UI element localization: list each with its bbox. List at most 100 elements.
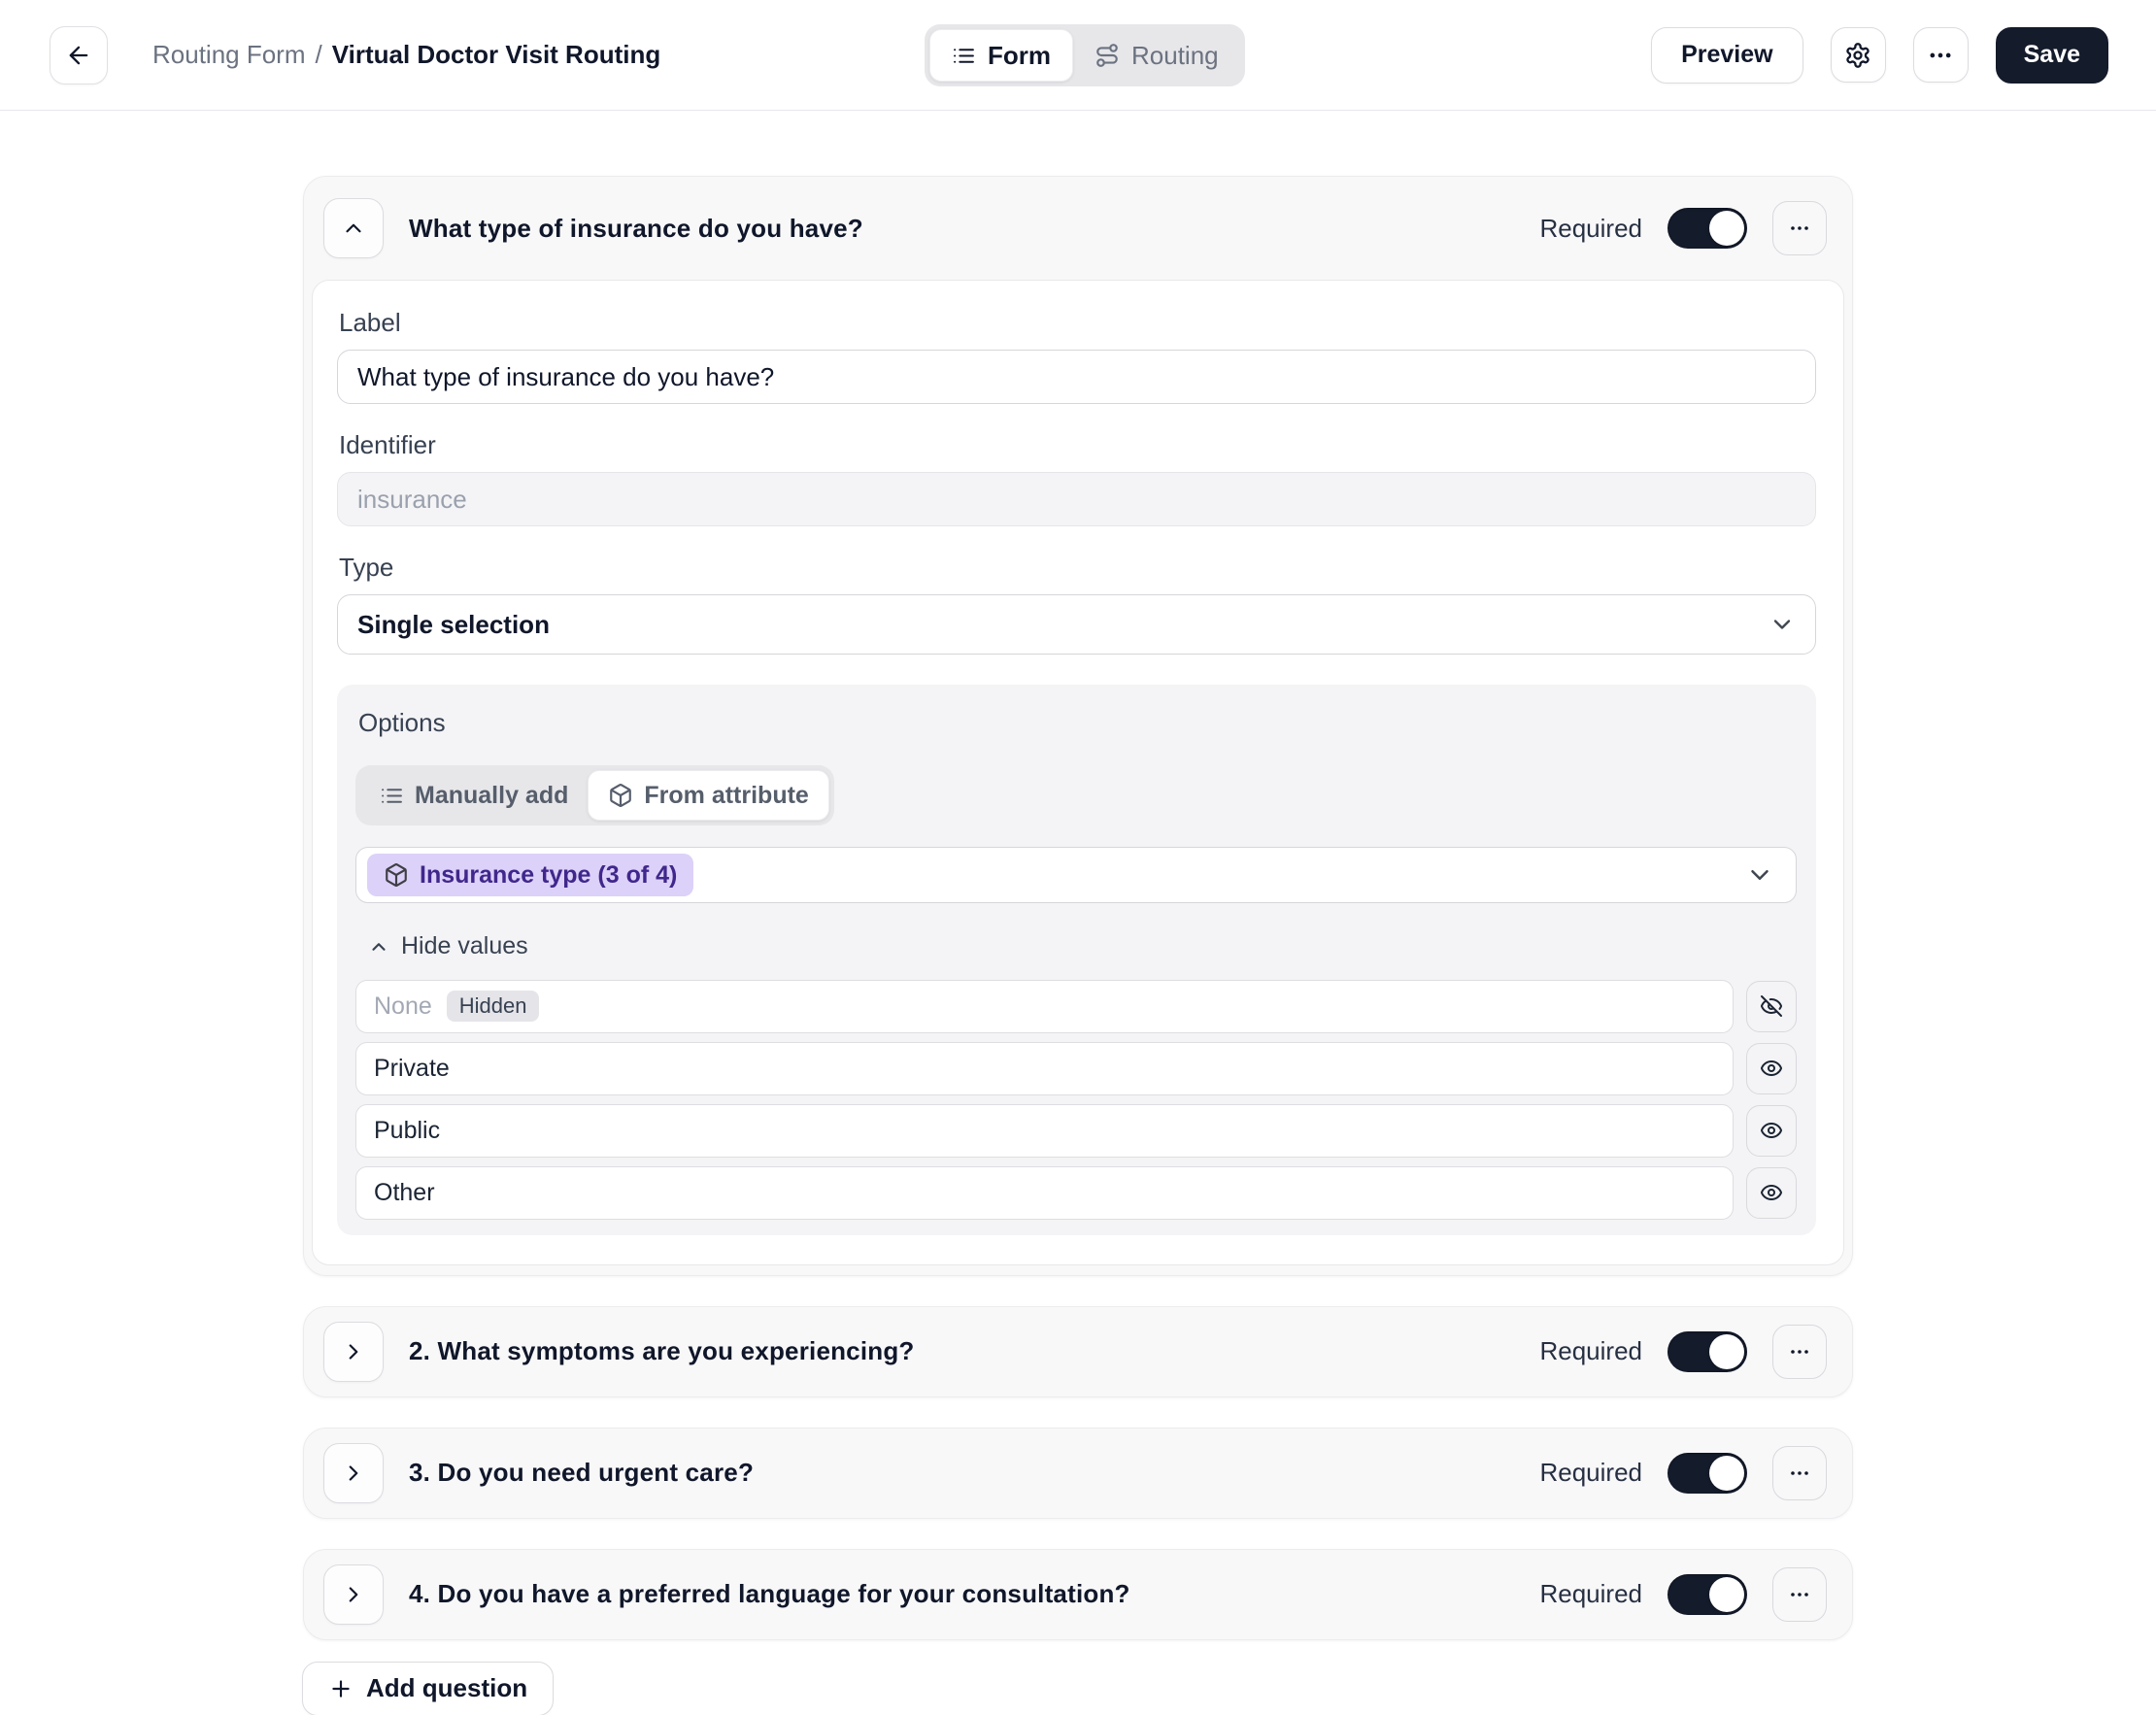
list-icon	[952, 44, 976, 68]
toggle-knob	[1709, 1576, 1744, 1612]
toggle-value-visibility-button[interactable]	[1746, 1104, 1797, 1157]
question-card-1: What type of insurance do you have? Requ…	[303, 176, 1853, 1276]
type-field-group: Type Single selection	[337, 553, 1816, 655]
question-menu-button[interactable]	[1772, 1566, 1827, 1622]
eye-icon	[1760, 1057, 1783, 1080]
value-box-other: Other	[355, 1165, 1734, 1220]
tab-form[interactable]: Form	[929, 29, 1073, 82]
value-row: Private	[355, 1041, 1797, 1095]
identifier-field-label: Identifier	[339, 430, 436, 459]
required-toggle[interactable]	[1668, 1573, 1747, 1615]
tab-form-label: Form	[988, 40, 1051, 70]
hide-values-label: Hide values	[401, 932, 528, 959]
preview-button[interactable]: Preview	[1651, 26, 1803, 84]
list-icon	[380, 784, 404, 808]
chevron-right-icon	[341, 1461, 366, 1486]
form-questions-list: What type of insurance do you have? Requ…	[302, 176, 1853, 1715]
back-button[interactable]	[50, 25, 108, 84]
expand-question-button[interactable]	[323, 1564, 384, 1625]
chevron-down-icon	[1769, 611, 1796, 638]
settings-button[interactable]	[1830, 27, 1886, 83]
required-label: Required	[1539, 1336, 1642, 1365]
attribute-values-list: None Hidden Private Public Other	[355, 979, 1797, 1220]
ellipsis-icon	[1788, 1462, 1811, 1485]
toggle-value-visibility-button[interactable]	[1746, 1166, 1797, 1219]
gear-icon	[1844, 42, 1871, 69]
from-attribute-label: From attribute	[644, 781, 809, 809]
required-label: Required	[1539, 213, 1642, 243]
question-4-header: 4. Do you have a preferred language for …	[304, 1550, 1852, 1639]
question-3-controls: Required	[1539, 1445, 1827, 1500]
value-box-private: Private	[355, 1041, 1734, 1095]
question-editor-panel: Label Identifier Type Single selection	[312, 280, 1844, 1265]
value-box-public: Public	[355, 1103, 1734, 1158]
question-2-header: 2. What symptoms are you experiencing? R…	[304, 1307, 1852, 1396]
hidden-badge: Hidden	[446, 991, 540, 1022]
value-row: None Hidden	[355, 979, 1797, 1033]
box-icon	[608, 783, 633, 808]
label-field-label: Label	[339, 308, 401, 337]
eye-icon	[1760, 1181, 1783, 1204]
question-menu-button[interactable]	[1772, 1445, 1827, 1500]
required-label: Required	[1539, 1579, 1642, 1608]
add-question-label: Add question	[366, 1673, 528, 1702]
toggle-knob	[1709, 1333, 1744, 1369]
required-toggle[interactable]	[1668, 1452, 1747, 1494]
ellipsis-icon	[1788, 217, 1811, 240]
question-menu-button[interactable]	[1772, 1324, 1827, 1379]
question-card-3: 3. Do you need urgent care? Required	[303, 1427, 1853, 1519]
breadcrumb-section[interactable]: Routing Form	[152, 40, 306, 70]
chevron-up-icon	[368, 936, 389, 958]
add-question-button[interactable]: Add question	[302, 1661, 555, 1715]
type-field-label: Type	[339, 553, 394, 582]
question-2-controls: Required	[1539, 1324, 1827, 1379]
label-field-group: Label	[337, 308, 1816, 404]
question-1-header: What type of insurance do you have? Requ…	[304, 177, 1852, 280]
attribute-pill-label: Insurance type (3 of 4)	[420, 860, 678, 889]
question-menu-button[interactable]	[1772, 201, 1827, 255]
expand-question-button[interactable]	[323, 1442, 384, 1503]
question-1-controls: Required	[1539, 201, 1827, 255]
attribute-select[interactable]: Insurance type (3 of 4)	[355, 847, 1797, 903]
app-header: Routing Form / Virtual Doctor Visit Rout…	[0, 0, 2156, 111]
question-title: What type of insurance do you have?	[409, 213, 863, 243]
label-input[interactable]	[337, 350, 1816, 404]
options-source-switcher: Manually add From attribute	[355, 765, 834, 825]
routing-form-builder: Routing Form / Virtual Doctor Visit Rout…	[0, 0, 2156, 1715]
value-row: Public	[355, 1103, 1797, 1158]
value-label: Other	[374, 1178, 435, 1206]
route-icon	[1095, 43, 1120, 68]
more-options-button[interactable]	[1912, 27, 1969, 83]
toggle-value-visibility-button[interactable]	[1746, 980, 1797, 1032]
question-3-header: 3. Do you need urgent care? Required	[304, 1429, 1852, 1518]
value-box-none: None Hidden	[355, 979, 1734, 1033]
required-toggle[interactable]	[1668, 208, 1747, 249]
eye-off-icon	[1760, 994, 1783, 1018]
type-select[interactable]: Single selection	[337, 594, 1816, 655]
expand-question-button[interactable]	[323, 1321, 384, 1382]
value-row: Other	[355, 1165, 1797, 1220]
question-4-controls: Required	[1539, 1566, 1827, 1622]
ellipsis-icon	[1927, 42, 1954, 69]
toggle-knob	[1709, 1455, 1744, 1491]
required-toggle[interactable]	[1668, 1330, 1747, 1372]
from-attribute-tab[interactable]: From attribute	[588, 770, 829, 821]
chevron-down-icon	[1745, 860, 1774, 890]
manually-add-tab[interactable]: Manually add	[360, 770, 588, 821]
value-label: None	[374, 992, 432, 1020]
breadcrumb: Routing Form / Virtual Doctor Visit Rout…	[152, 40, 660, 70]
tab-routing[interactable]: Routing	[1073, 29, 1240, 82]
value-label: Public	[374, 1116, 441, 1144]
question-card-2: 2. What symptoms are you experiencing? R…	[303, 1305, 1853, 1397]
plus-icon	[328, 1676, 354, 1701]
view-switcher: Form Routing	[925, 24, 1245, 86]
ellipsis-icon	[1788, 1583, 1811, 1606]
attribute-pill: Insurance type (3 of 4)	[367, 854, 694, 896]
toggle-value-visibility-button[interactable]	[1746, 1042, 1797, 1094]
options-title: Options	[358, 708, 446, 737]
question-title: 2. What symptoms are you experiencing?	[409, 1336, 915, 1365]
collapse-question-button[interactable]	[323, 198, 384, 258]
hide-values-button[interactable]: Hide values	[368, 932, 528, 960]
save-button[interactable]: Save	[1995, 26, 2108, 84]
value-label: Private	[374, 1054, 450, 1082]
